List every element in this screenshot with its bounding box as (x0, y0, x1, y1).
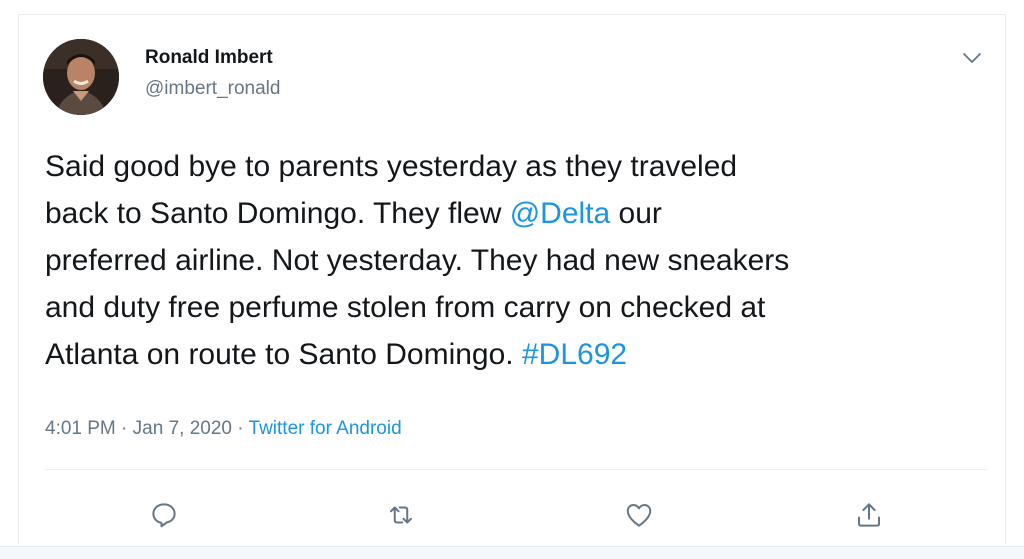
tweet-line-text: back to Santo Domingo. They flew (45, 197, 510, 230)
meta-separator: · (231, 418, 249, 439)
tweet-date[interactable]: Jan 7, 2020 (133, 418, 232, 439)
avatar-photo-icon (43, 39, 119, 115)
divider (45, 469, 987, 470)
tweet-line-text: Atlanta on route to Santo Domingo. (45, 338, 522, 371)
avatar[interactable] (43, 39, 119, 115)
tweet-line: Said good bye to parents yesterday as th… (45, 143, 985, 190)
tweet-line: Atlanta on route to Santo Domingo. #DL69… (45, 331, 985, 378)
tweet-line-text: preferred airline. Not yesterday. They h… (45, 244, 790, 277)
heart-icon (626, 504, 652, 527)
tweet-line-text: our (610, 197, 662, 230)
retweet-icon (390, 506, 412, 524)
tweet-line-text: Said good bye to parents yesterday as th… (45, 150, 738, 183)
hashtag-link[interactable]: #DL692 (522, 338, 627, 371)
user-handle[interactable]: @imbert_ronald (145, 78, 280, 100)
share-icon (858, 503, 880, 527)
reply-button[interactable] (144, 495, 184, 535)
retweet-button[interactable] (381, 495, 421, 535)
tweet-card: Ronald Imbert @imbert_ronald Said good b… (18, 14, 1006, 544)
chevron-down-icon (963, 53, 981, 63)
display-name[interactable]: Ronald Imbert (145, 47, 273, 69)
tweet-line: back to Santo Domingo. They flew @Delta … (45, 190, 985, 237)
tweet-meta: 4:01 PM · Jan 7, 2020 · Twitter for Andr… (45, 418, 402, 440)
tweet-text: Said good bye to parents yesterday as th… (45, 143, 985, 378)
tweet-line: preferred airline. Not yesterday. They h… (45, 237, 985, 284)
like-button[interactable] (619, 495, 659, 535)
more-options-button[interactable] (959, 45, 985, 71)
share-button[interactable] (849, 495, 889, 535)
meta-separator: · (115, 418, 133, 439)
mention-link[interactable]: @Delta (510, 197, 611, 230)
tweet-time[interactable]: 4:01 PM (45, 418, 116, 439)
timeline-background (0, 546, 1024, 559)
tweet-source-link[interactable]: Twitter for Android (249, 418, 402, 439)
tweet-line: and duty free perfume stolen from carry … (45, 284, 985, 331)
reply-icon (152, 503, 176, 528)
tweet-line-text: and duty free perfume stolen from carry … (45, 291, 766, 324)
